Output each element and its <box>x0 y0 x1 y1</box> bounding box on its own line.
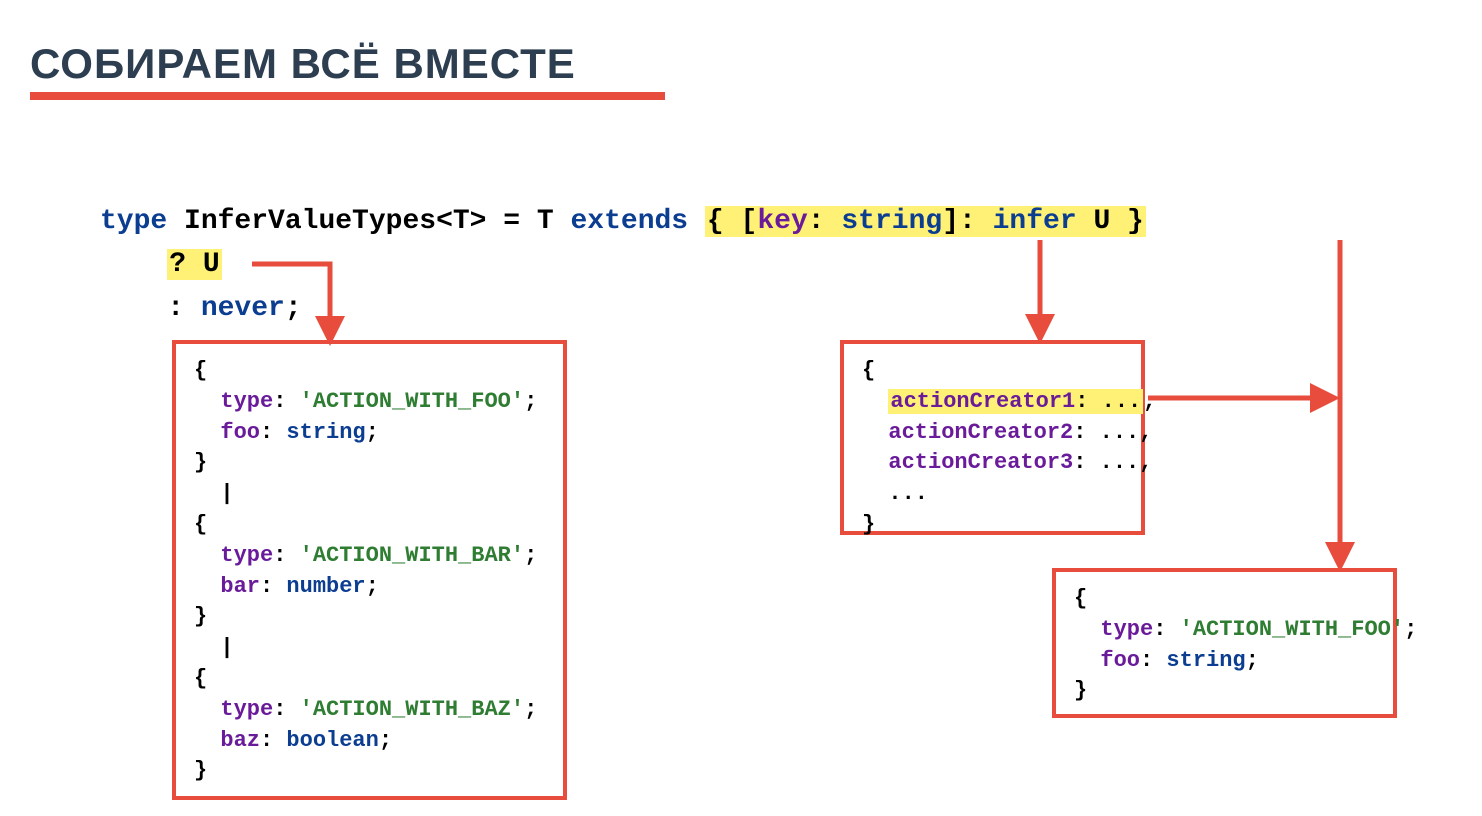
colon-2: : <box>167 293 201 324</box>
semi: ; <box>379 728 392 753</box>
highlight-creator1: actionCreator1: ... <box>888 389 1143 414</box>
brace: } <box>194 604 207 629</box>
prop-foo: foo <box>194 420 260 445</box>
kw-extends: extends <box>570 206 688 237</box>
prop-type: type <box>1074 617 1153 642</box>
bracket-close: ]: <box>942 206 992 237</box>
brace: { <box>194 358 207 383</box>
prop-bar: bar <box>194 574 260 599</box>
prop-baz: baz <box>194 728 260 753</box>
brace: } <box>194 450 207 475</box>
colon: : <box>1140 648 1166 673</box>
semi: ; <box>524 543 537 568</box>
prop-creator2: actionCreator2 <box>862 420 1073 445</box>
kw-boolean: boolean <box>286 728 378 753</box>
colon: : <box>273 697 299 722</box>
kw-type: type <box>100 206 167 237</box>
space <box>688 206 705 237</box>
highlight-question-u: ? U <box>167 249 221 280</box>
u-brace: U } <box>1077 206 1144 237</box>
prop-foo: foo <box>1074 648 1140 673</box>
colon: : <box>260 728 286 753</box>
ellipsis: : ..., <box>1073 420 1152 445</box>
kw-string: string <box>841 206 942 237</box>
string-literal: 'ACTION_WITH_BAR' <box>300 543 524 568</box>
kw-number: number <box>286 574 365 599</box>
prop-type: type <box>194 543 273 568</box>
box-union-types: { type: 'ACTION_WITH_FOO'; foo: string; … <box>172 340 567 800</box>
semi: ; <box>1246 648 1259 673</box>
comma: , <box>1143 389 1156 414</box>
kw-infer: infer <box>993 206 1077 237</box>
colon: : <box>808 206 842 237</box>
prop-type: type <box>194 389 273 414</box>
title-underline <box>30 92 665 100</box>
prop-creator1: actionCreator1 <box>890 389 1075 414</box>
ellipsis: ... <box>862 481 928 506</box>
semi: ; <box>1404 617 1417 642</box>
brace: { <box>194 666 207 691</box>
pipe: | <box>194 635 234 660</box>
brace-open: { [ <box>707 206 757 237</box>
colon: : <box>273 389 299 414</box>
brace: } <box>862 512 875 537</box>
prop-creator3: actionCreator3 <box>862 450 1073 475</box>
box-single-action: { type: 'ACTION_WITH_FOO'; foo: string; … <box>1052 568 1397 718</box>
slide: СОБИРАЕМ ВСЁ ВМЕСТЕ type InferValueTypes… <box>0 0 1482 816</box>
key-label: key <box>757 206 807 237</box>
kw-string: string <box>286 420 365 445</box>
semi: ; <box>524 697 537 722</box>
brace: { <box>862 358 875 383</box>
semi: ; <box>524 389 537 414</box>
kw-string: string <box>1166 648 1245 673</box>
ellipsis: : ... <box>1075 389 1141 414</box>
slide-title: СОБИРАЕМ ВСЁ ВМЕСТЕ <box>30 40 665 94</box>
type-name: InferValueTypes<T> = T <box>167 206 570 237</box>
colon: : <box>273 543 299 568</box>
highlight-index-signature: { [key: string]: infer U } <box>705 206 1146 237</box>
colon: : <box>1153 617 1179 642</box>
semi: ; <box>285 293 302 324</box>
pipe: | <box>194 481 234 506</box>
box-action-creators: { actionCreator1: ..., actionCreator2: .… <box>840 340 1145 535</box>
colon: : <box>260 574 286 599</box>
colon: : <box>260 420 286 445</box>
brace: { <box>1074 586 1087 611</box>
string-literal: 'ACTION_WITH_FOO' <box>300 389 524 414</box>
brace: } <box>194 758 207 783</box>
kw-never: never <box>201 293 285 324</box>
brace: } <box>1074 678 1087 703</box>
brace: { <box>194 512 207 537</box>
title-block: СОБИРАЕМ ВСЁ ВМЕСТЕ <box>30 40 665 100</box>
semi: ; <box>366 420 379 445</box>
ellipsis: : ..., <box>1073 450 1152 475</box>
semi: ; <box>366 574 379 599</box>
string-literal: 'ACTION_WITH_BAZ' <box>300 697 524 722</box>
prop-type: type <box>194 697 273 722</box>
code-type-definition: type InferValueTypes<T> = T extends { [k… <box>100 200 1146 330</box>
string-literal: 'ACTION_WITH_FOO' <box>1180 617 1404 642</box>
